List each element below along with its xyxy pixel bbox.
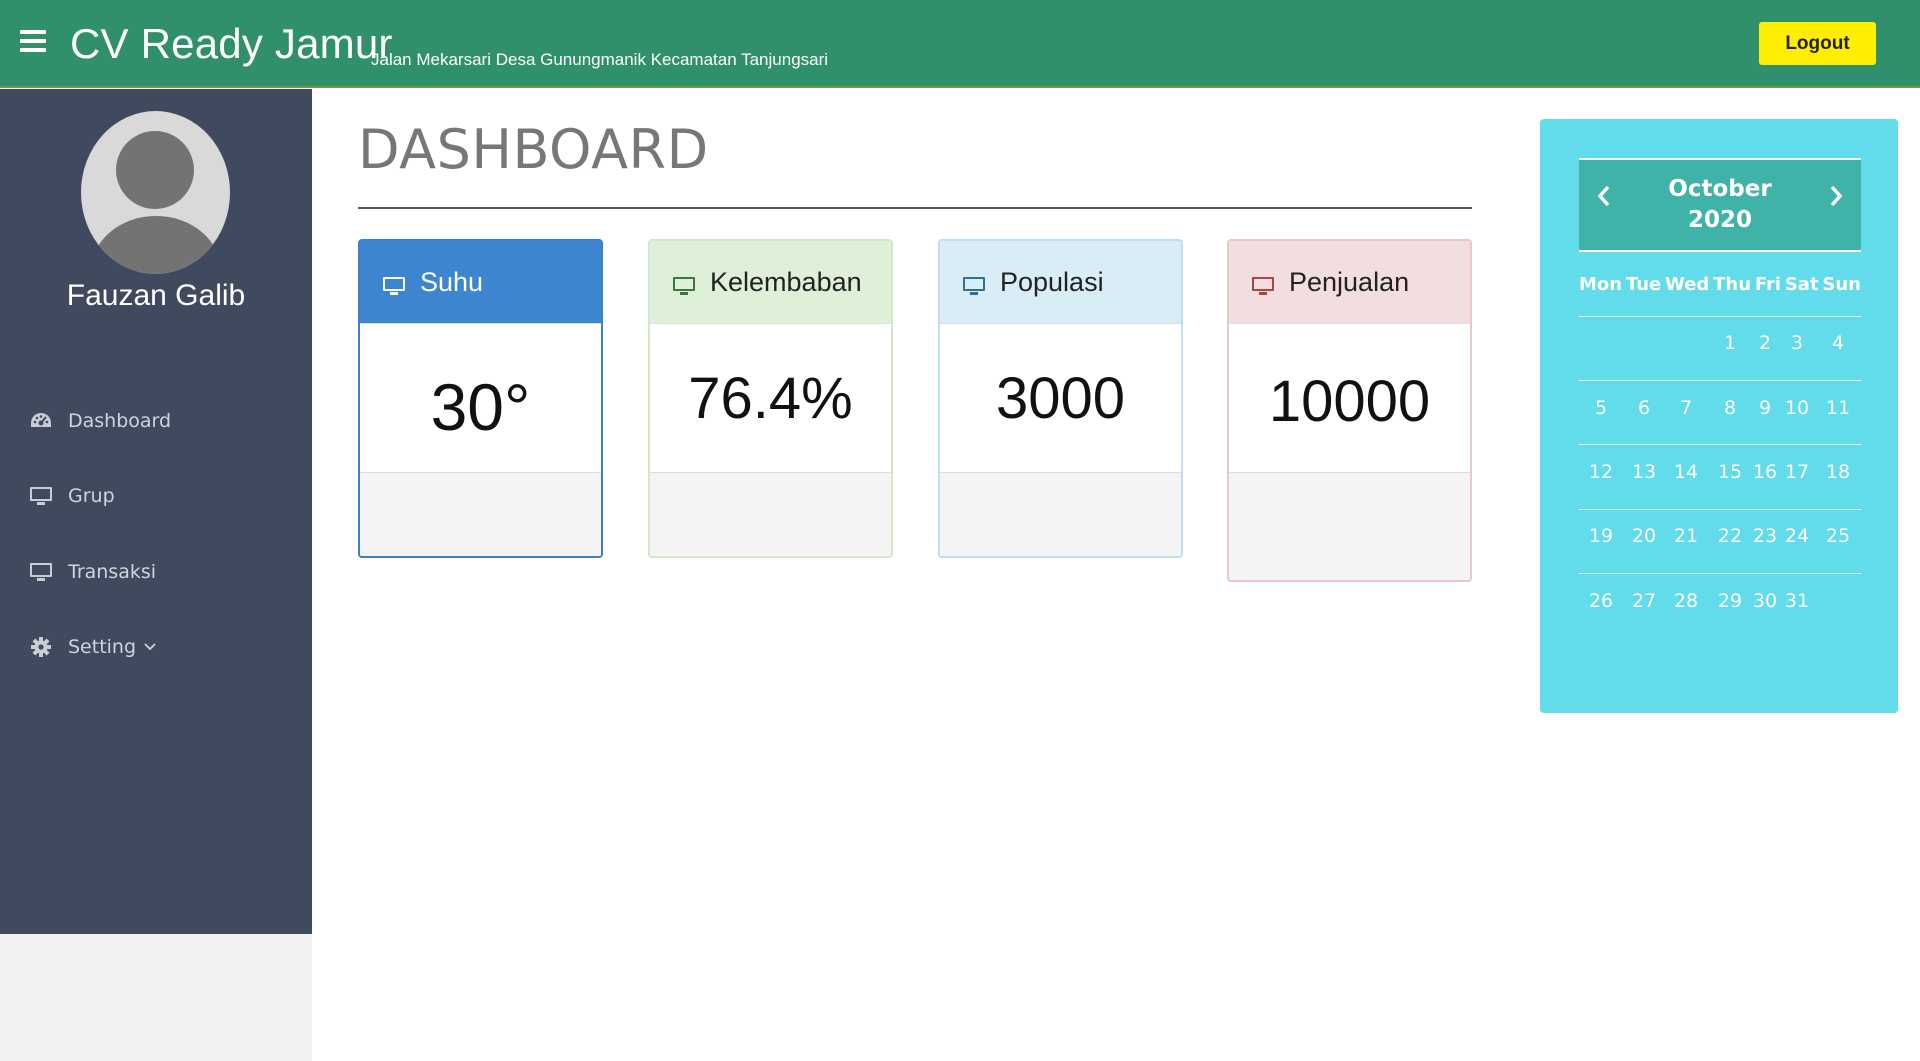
- weekday-label: Sat: [1784, 274, 1819, 295]
- calendar-row-divider: [1579, 573, 1861, 574]
- calendar-day[interactable]: 27: [1632, 590, 1656, 612]
- card-value: 30°: [360, 323, 601, 473]
- calendar-day[interactable]: 12: [1589, 461, 1613, 483]
- sidebar-item-grup[interactable]: Grup: [28, 476, 115, 516]
- sidebar: Fauzan Galib Dashboard Grup Transaksi Se…: [0, 89, 312, 934]
- calendar-day[interactable]: 24: [1785, 525, 1809, 547]
- top-navbar: CV Ready Jamur Jalan Mekarsari Desa Gunu…: [0, 0, 1920, 88]
- card-value: 76.4%: [650, 323, 891, 473]
- calendar-day[interactable]: 21: [1674, 525, 1698, 547]
- card-footer: [940, 473, 1181, 556]
- card-footer: [1229, 473, 1470, 580]
- calendar-row-divider: [1579, 509, 1861, 510]
- monitor-icon: [28, 561, 54, 583]
- calendar-day[interactable]: 15: [1718, 461, 1742, 483]
- card-header: Populasi: [940, 241, 1181, 323]
- calendar-day[interactable]: 28: [1674, 590, 1698, 612]
- weekday-label: Wed: [1665, 274, 1710, 295]
- sidebar-item-label: Transaksi: [68, 561, 157, 583]
- app-subtitle: Jalan Mekarsari Desa Gunungmanik Kecamat…: [371, 50, 829, 69]
- calendar-day[interactable]: 3: [1791, 332, 1803, 354]
- sidebar-footer-area: [0, 934, 312, 1061]
- calendar-month: October: [1668, 176, 1772, 202]
- calendar-day[interactable]: 10: [1785, 397, 1809, 419]
- weekday-label: Mon: [1579, 274, 1623, 295]
- calendar-row-divider: [1579, 444, 1861, 445]
- calendar-day[interactable]: 25: [1826, 525, 1850, 547]
- monitor-icon: [382, 272, 406, 295]
- calendar-day[interactable]: 5: [1595, 397, 1607, 419]
- gear-icon: [28, 636, 54, 658]
- user-name: Fauzan Galib: [66, 279, 246, 312]
- chevron-left-icon[interactable]: [1589, 184, 1619, 214]
- calendar-day[interactable]: 23: [1753, 525, 1777, 547]
- card-penjualan: Penjualan 10000: [1227, 239, 1472, 582]
- app-title: CV Ready Jamur: [70, 20, 393, 67]
- monitor-icon: [28, 485, 54, 507]
- card-populasi: Populasi 3000: [938, 239, 1183, 558]
- calendar-day[interactable]: 8: [1724, 397, 1736, 419]
- avatar: [81, 111, 230, 274]
- monitor-icon: [672, 272, 696, 295]
- calendar-day[interactable]: 1: [1724, 332, 1736, 354]
- calendar-day[interactable]: 14: [1674, 461, 1698, 483]
- calendar-day[interactable]: 17: [1785, 461, 1809, 483]
- hamburger-icon[interactable]: [20, 30, 48, 54]
- card-footer: [650, 473, 891, 556]
- card-label: Kelembaban: [710, 266, 862, 297]
- card-header: Suhu: [360, 241, 601, 323]
- calendar-title: October 2020: [1629, 174, 1811, 236]
- monitor-icon: [962, 272, 986, 295]
- calendar-day[interactable]: 7: [1680, 397, 1692, 419]
- calendar-row-divider: [1579, 380, 1861, 381]
- sidebar-item-setting[interactable]: Setting: [28, 627, 156, 667]
- calendar-day[interactable]: 30: [1753, 590, 1777, 612]
- title-divider: [358, 207, 1472, 209]
- calendar-widget: October 2020 Mon Tue Wed Thu Fri Sat Sun…: [1540, 119, 1898, 713]
- card-label: Populasi: [1000, 266, 1104, 297]
- monitor-icon: [1251, 272, 1275, 295]
- chevron-right-icon[interactable]: [1821, 184, 1851, 214]
- sidebar-item-label: Dashboard: [68, 410, 172, 432]
- calendar-header: October 2020: [1579, 158, 1861, 252]
- calendar-day[interactable]: 6: [1638, 397, 1650, 419]
- dashboard-icon: [28, 410, 54, 432]
- sidebar-item-label: Setting: [68, 636, 137, 658]
- card-value: 10000: [1229, 323, 1470, 473]
- card-header: Kelembaban: [650, 241, 891, 323]
- weekday-label: Thu: [1713, 274, 1752, 295]
- sidebar-item-dashboard[interactable]: Dashboard: [28, 401, 171, 441]
- sidebar-item-label: Grup: [68, 485, 115, 507]
- calendar-day[interactable]: 31: [1785, 590, 1809, 612]
- calendar-day[interactable]: 16: [1753, 461, 1777, 483]
- weekday-label: Fri: [1754, 274, 1782, 295]
- weekday-label: Sun: [1822, 274, 1861, 295]
- calendar-day[interactable]: 9: [1759, 397, 1771, 419]
- weekday-label: Tue: [1625, 274, 1662, 295]
- calendar-day[interactable]: 18: [1826, 461, 1850, 483]
- card-kelembaban: Kelembaban 76.4%: [648, 239, 893, 558]
- page-title: DASHBOARD: [358, 118, 709, 181]
- card-suhu: Suhu 30°: [358, 239, 603, 558]
- calendar-day[interactable]: 29: [1718, 590, 1742, 612]
- calendar-day[interactable]: 4: [1832, 332, 1844, 354]
- calendar-day[interactable]: 22: [1718, 525, 1742, 547]
- calendar-day[interactable]: 11: [1826, 397, 1850, 419]
- calendar-day[interactable]: 13: [1632, 461, 1656, 483]
- calendar-day[interactable]: 20: [1632, 525, 1656, 547]
- calendar-day[interactable]: 26: [1589, 590, 1613, 612]
- calendar-weekdays: Mon Tue Wed Thu Fri Sat Sun: [1579, 274, 1861, 295]
- calendar-day[interactable]: 2: [1759, 332, 1771, 354]
- card-header: Penjualan: [1229, 241, 1470, 323]
- card-label: Penjualan: [1289, 266, 1410, 297]
- calendar-year: 2020: [1687, 207, 1752, 233]
- card-value: 3000: [940, 323, 1181, 473]
- sidebar-item-transaksi[interactable]: Transaksi: [28, 552, 156, 592]
- calendar-row-divider: [1579, 316, 1861, 317]
- logout-button[interactable]: Logout: [1759, 22, 1876, 65]
- calendar-day[interactable]: 19: [1589, 525, 1613, 547]
- card-footer: [360, 473, 601, 556]
- card-label: Suhu: [420, 266, 484, 297]
- chevron-down-icon: [144, 640, 156, 654]
